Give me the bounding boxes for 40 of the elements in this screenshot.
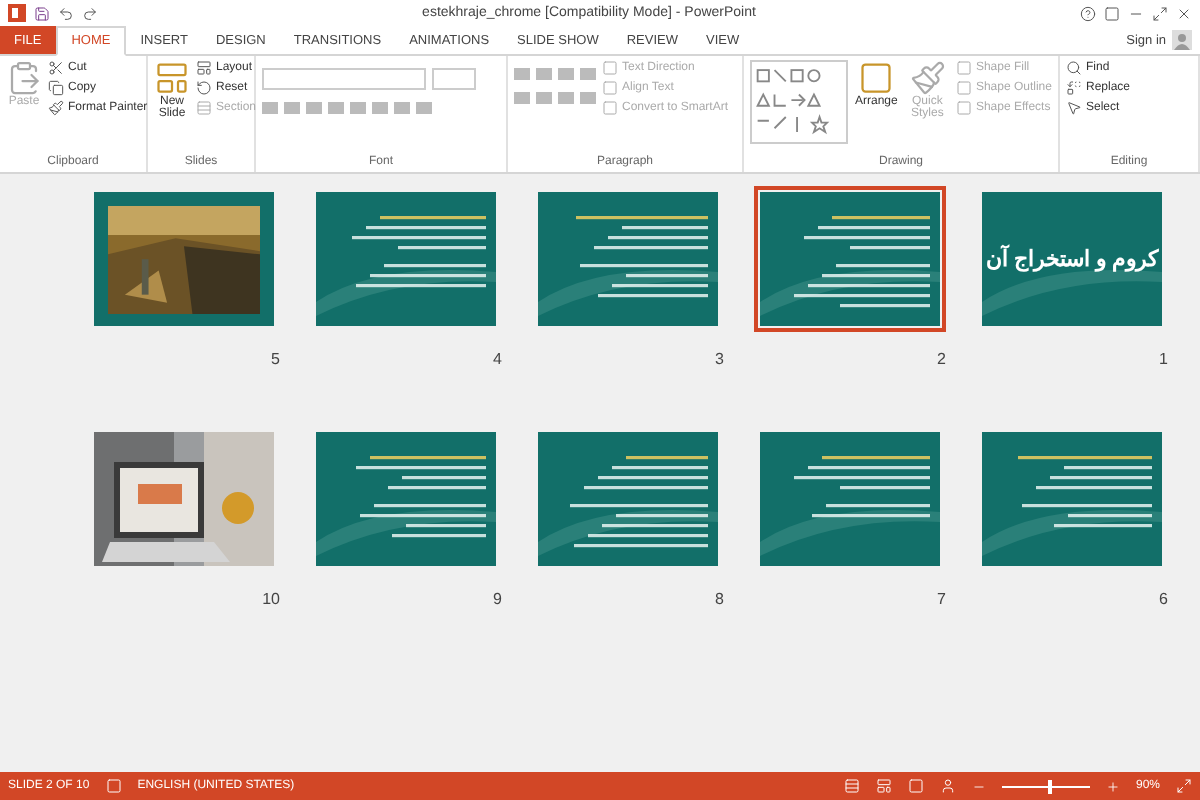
scissors-icon — [48, 60, 64, 76]
slide-number: 1 — [1159, 350, 1168, 368]
redo-icon — [82, 5, 98, 21]
notes-icon — [843, 778, 860, 794]
undo-icon — [58, 5, 74, 21]
slide-number: 6 — [1159, 590, 1168, 608]
close-icon — [1176, 5, 1192, 21]
reset-icon — [196, 80, 212, 96]
search-icon — [1066, 60, 1082, 76]
avatar-icon — [1172, 30, 1192, 50]
shapes-gallery[interactable] — [750, 60, 848, 144]
quick-styles-icon — [909, 60, 946, 96]
slide-text-drawing — [790, 216, 930, 312]
section-icon — [196, 100, 212, 116]
slide-title: کروم و استخراج آن — [985, 246, 1159, 272]
fit-icon — [1176, 778, 1192, 794]
slide-number: 3 — [715, 350, 724, 368]
maximize-icon — [1152, 5, 1168, 21]
slide-number: 5 — [271, 350, 280, 368]
slide-number: 10 — [262, 590, 280, 608]
save-icon — [34, 5, 50, 21]
help-icon — [1080, 5, 1096, 21]
slide-thumbnail[interactable]: کروم و استخراج آن — [976, 186, 1168, 332]
slide-icon — [154, 60, 190, 96]
slideshow-icon — [939, 778, 956, 794]
slide-number: 2 — [937, 350, 946, 368]
zoom-in-icon — [1105, 779, 1120, 793]
copy-icon — [48, 80, 64, 96]
slide-number: 4 — [493, 350, 502, 368]
paintbrush-icon — [48, 100, 64, 116]
slide-number: 7 — [937, 590, 946, 608]
slide-number: 8 — [715, 590, 724, 608]
font-size-field[interactable] — [432, 68, 476, 90]
clipboard-icon — [6, 60, 42, 96]
pointer-icon — [1066, 100, 1082, 116]
slide-sorter-icon — [875, 778, 892, 794]
font-name-field[interactable] — [262, 68, 426, 90]
layout-icon — [196, 60, 212, 76]
slide-number: 9 — [493, 590, 502, 608]
zoom-thumb[interactable] — [1048, 779, 1053, 793]
